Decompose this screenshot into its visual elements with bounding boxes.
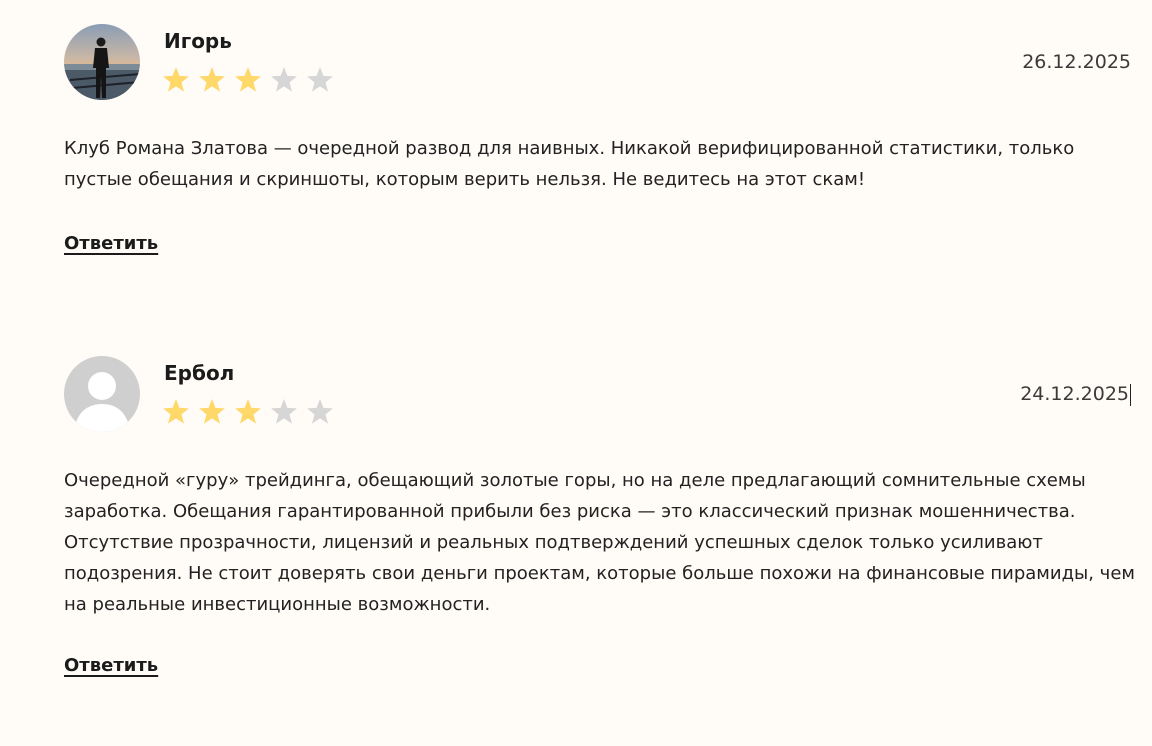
star-filled-icon	[235, 67, 261, 92]
star-rating	[162, 64, 342, 98]
star-empty-icon	[307, 67, 333, 92]
reply-link[interactable]: Ответить	[64, 655, 158, 676]
review-date: 24.12.2025	[1020, 383, 1131, 406]
avatar-photo-icon	[64, 24, 140, 100]
star-filled-icon	[235, 399, 261, 424]
star-empty-icon	[271, 399, 297, 424]
star-filled-icon	[199, 67, 225, 92]
review-date-text: 24.12.2025	[1020, 383, 1129, 405]
user-avatar	[64, 24, 140, 100]
default-user-avatar-icon	[64, 356, 140, 432]
star-filled-icon	[163, 67, 189, 92]
reply-link[interactable]: Ответить	[64, 233, 158, 254]
review-text: Очередной «гуру» трейдинга, обещающий зо…	[64, 470, 1135, 615]
author-name: Ербол	[164, 361, 235, 385]
star-empty-icon	[271, 67, 297, 92]
author-name: Игорь	[164, 29, 232, 53]
review-text: Клуб Романа Златова — очередной развод д…	[64, 138, 1075, 190]
star-filled-icon	[199, 399, 225, 424]
star-rating	[162, 396, 342, 430]
star-empty-icon	[307, 399, 333, 424]
review-date: 26.12.2025	[1022, 51, 1131, 73]
user-avatar	[64, 356, 140, 432]
text-cursor	[1130, 383, 1131, 406]
star-filled-icon	[163, 399, 189, 424]
